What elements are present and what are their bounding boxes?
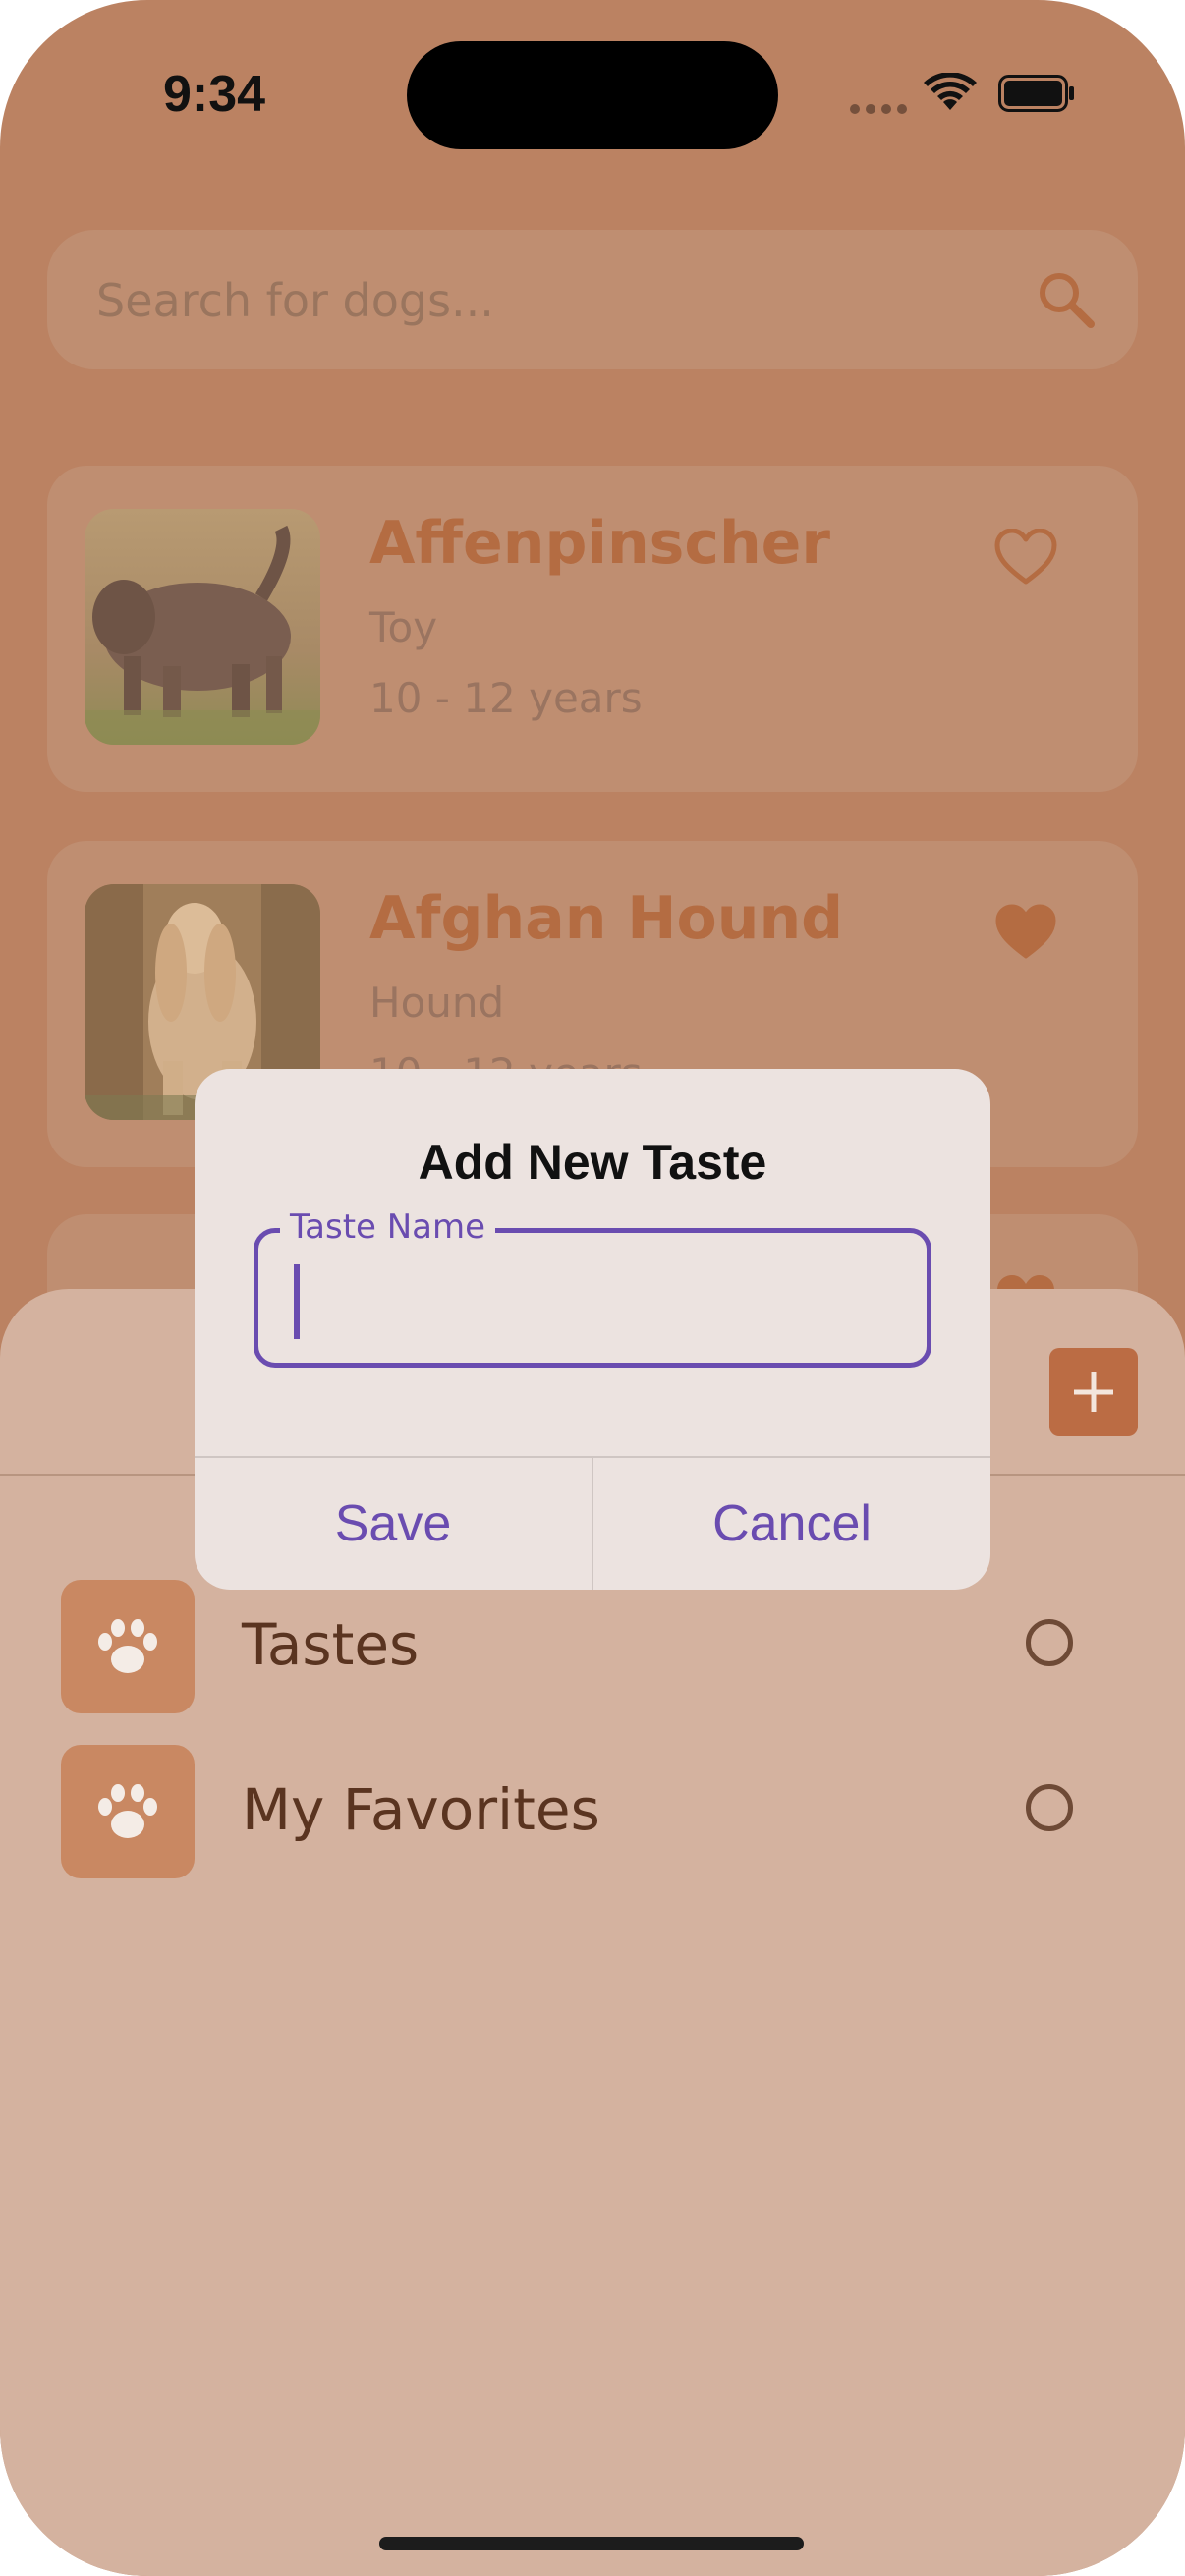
save-button[interactable]: Save (195, 1458, 592, 1590)
status-time: 9:34 (163, 66, 266, 123)
taste-name-input[interactable] (288, 1262, 901, 1339)
app-screen: 9:34 Search for dogs... Affenpinscher To… (0, 0, 1185, 2576)
dog-group: Toy (369, 603, 438, 651)
list-item-label: My Favorites (242, 1776, 600, 1843)
cancel-button[interactable]: Cancel (593, 1458, 990, 1590)
wifi-icon (924, 73, 977, 110)
dog-name: Affenpinscher (369, 509, 830, 578)
heart-outline-icon[interactable] (994, 529, 1057, 586)
paw-icon (61, 1745, 195, 1878)
list-item-my-favorites[interactable]: My Favorites (61, 1745, 1132, 1878)
dynamic-island (407, 41, 778, 149)
cellular-signal-icon (850, 104, 907, 114)
radio-button[interactable] (1026, 1619, 1073, 1666)
paw-icon (61, 1580, 195, 1713)
dog-photo (85, 509, 320, 745)
dialog-title: Add New Taste (418, 1135, 767, 1190)
add-taste-dialog: Add New Taste Taste Name Save Cancel (195, 1069, 990, 1590)
search-input[interactable] (94, 265, 983, 336)
search-icon[interactable] (1036, 269, 1097, 330)
search-bar[interactable] (47, 230, 1138, 369)
home-indicator (379, 2537, 804, 2550)
dog-group: Hound (369, 979, 505, 1027)
battery-icon (998, 75, 1074, 112)
field-label: Taste Name (280, 1207, 496, 1247)
text-cursor (294, 1264, 300, 1339)
list-item-tastes[interactable]: Tastes (61, 1580, 1132, 1713)
radio-button[interactable] (1026, 1784, 1073, 1831)
dog-name: Afghan Hound (369, 884, 844, 953)
add-button[interactable] (1049, 1348, 1138, 1436)
plus-icon (1074, 1372, 1113, 1412)
list-item-label: Tastes (242, 1611, 420, 1678)
taste-name-field[interactable]: Taste Name (254, 1207, 931, 1368)
heart-filled-icon[interactable] (994, 904, 1057, 961)
dog-card[interactable]: Affenpinscher Toy 10 - 12 years (47, 466, 1138, 792)
dog-life-span: 10 - 12 years (369, 674, 643, 722)
